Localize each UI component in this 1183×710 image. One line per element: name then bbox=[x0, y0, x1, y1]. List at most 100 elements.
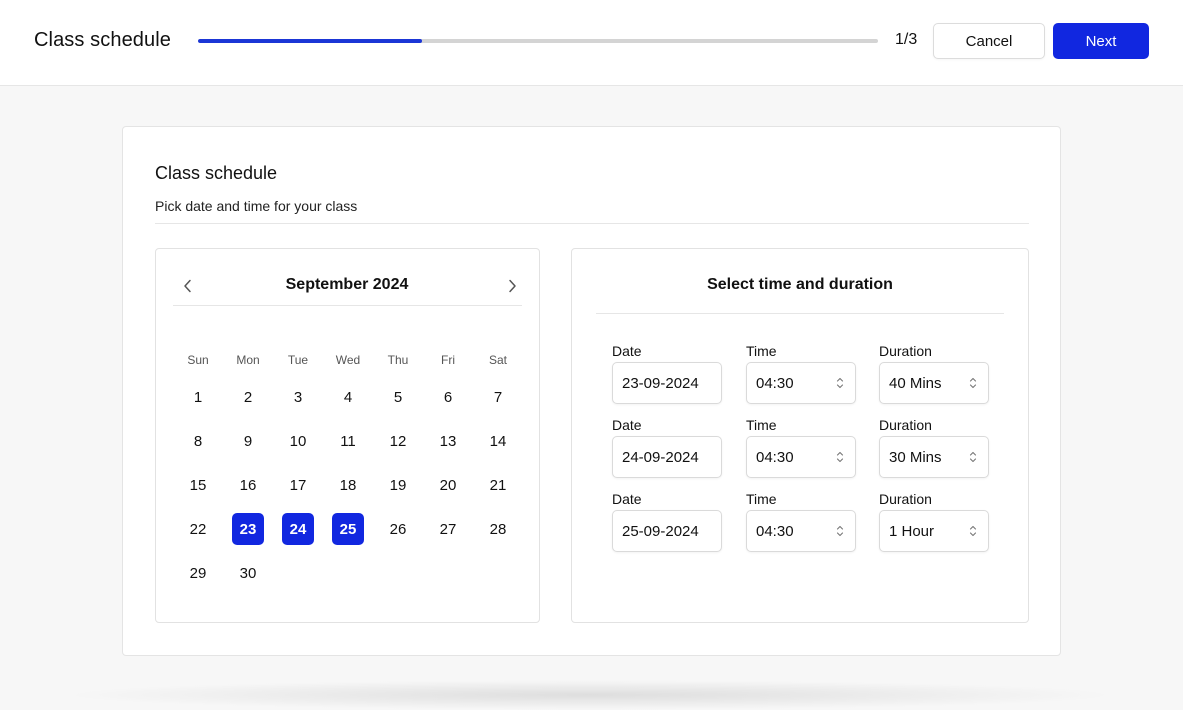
weekday-label: Fri bbox=[441, 353, 455, 367]
calendar-day[interactable]: 16 bbox=[223, 463, 273, 507]
date-label: Date bbox=[612, 343, 642, 359]
calendar-day[interactable]: 4 bbox=[323, 375, 373, 419]
calendar-week: 29 30 bbox=[173, 551, 523, 595]
up-down-chevron-icon bbox=[969, 377, 977, 389]
calendar-day-number: 10 bbox=[289, 432, 307, 450]
calendar-day[interactable]: 30 bbox=[223, 551, 273, 595]
calendar-day-number: 28 bbox=[489, 520, 507, 538]
calendar-day[interactable]: 7 bbox=[473, 375, 523, 419]
calendar-day-number: 19 bbox=[389, 476, 407, 494]
time-label: Time bbox=[746, 417, 777, 433]
calendar-day[interactable]: 14 bbox=[473, 419, 523, 463]
calendar-day-number: 17 bbox=[289, 476, 307, 494]
weekday-label: Sat bbox=[488, 353, 507, 367]
calendar-day-number bbox=[382, 557, 414, 589]
calendar-day[interactable]: 26 bbox=[373, 507, 423, 551]
date-label: Date bbox=[612, 491, 642, 507]
calendar-day-number bbox=[482, 557, 514, 589]
calendar-day-number: 6 bbox=[443, 388, 453, 406]
calendar-day[interactable]: 23 bbox=[223, 507, 273, 551]
calendar-day[interactable]: 10 bbox=[273, 419, 323, 463]
calendar-month-label: September 2024 bbox=[285, 276, 409, 293]
date-field[interactable]: 25-09-2024 bbox=[612, 510, 722, 552]
duration-select[interactable]: 30 Mins bbox=[879, 436, 989, 478]
step-counter: 1/3 bbox=[895, 31, 918, 48]
calendar-day[interactable]: 6 bbox=[423, 375, 473, 419]
calendar-day[interactable]: 1 bbox=[173, 375, 223, 419]
page-title: Class schedule bbox=[34, 29, 172, 51]
calendar-day[interactable]: 3 bbox=[273, 375, 323, 419]
calendar-day[interactable]: 19 bbox=[373, 463, 423, 507]
cancel-button[interactable]: Cancel bbox=[933, 23, 1045, 59]
calendar-day[interactable]: 17 bbox=[273, 463, 323, 507]
calendar-day-number: 16 bbox=[239, 476, 257, 494]
calendar-week: 15 16 17 18 19 20 21 bbox=[173, 463, 523, 507]
calendar-day[interactable]: 8 bbox=[173, 419, 223, 463]
calendar-day[interactable]: 13 bbox=[423, 419, 473, 463]
weekday-label: Thu bbox=[387, 353, 409, 367]
calendar-day[interactable]: 24 bbox=[273, 507, 323, 551]
weekday-label: Mon bbox=[236, 353, 260, 367]
date-field[interactable]: 24-09-2024 bbox=[612, 436, 722, 478]
duration-select[interactable]: 40 Mins bbox=[879, 362, 989, 404]
next-button[interactable]: Next bbox=[1053, 23, 1149, 59]
time-label: Time bbox=[746, 491, 777, 507]
chevron-right-icon[interactable] bbox=[502, 276, 522, 296]
calendar-week: 8 9 10 11 12 13 14 bbox=[173, 419, 523, 463]
duration-label: Duration bbox=[879, 491, 932, 507]
duration-select[interactable]: 1 Hour bbox=[879, 510, 989, 552]
time-select[interactable]: 04:30 bbox=[746, 362, 856, 404]
duration-label: Duration bbox=[879, 343, 932, 359]
calendar-day-number bbox=[432, 557, 464, 589]
calendar-day-number: 2 bbox=[243, 388, 253, 406]
time-select[interactable]: 04:30 bbox=[746, 436, 856, 478]
time-value: 04:30 bbox=[756, 522, 794, 540]
date-value: 24-09-2024 bbox=[622, 448, 699, 466]
calendar-day[interactable]: 2 bbox=[223, 375, 273, 419]
progress-bar-fill bbox=[198, 39, 423, 43]
calendar-day[interactable]: 20 bbox=[423, 463, 473, 507]
duration-label: Duration bbox=[879, 417, 932, 433]
bottom-shadow bbox=[60, 680, 1120, 710]
date-field[interactable]: 23-09-2024 bbox=[612, 362, 722, 404]
calendar-day-number: 12 bbox=[389, 432, 407, 450]
up-down-chevron-icon bbox=[969, 451, 977, 463]
calendar-day-number: 20 bbox=[439, 476, 457, 494]
divider bbox=[155, 223, 1029, 224]
calendar-day-number bbox=[332, 557, 364, 589]
calendar-day[interactable]: 12 bbox=[373, 419, 423, 463]
panel-title: Select time and duration bbox=[707, 276, 893, 293]
weekday-label: Sun bbox=[187, 353, 209, 367]
calendar: September 2024 Sun Mon Tue Wed Thu Fri S… bbox=[155, 248, 540, 623]
calendar-day[interactable]: 9 bbox=[223, 419, 273, 463]
calendar-day-number: 24 bbox=[282, 513, 314, 545]
time-label: Time bbox=[746, 343, 777, 359]
calendar-day[interactable]: 27 bbox=[423, 507, 473, 551]
calendar-week: 22 23 24 25 26 27 28 bbox=[173, 507, 523, 551]
progress-bar bbox=[198, 39, 878, 43]
duration-value: 40 Mins bbox=[889, 374, 942, 392]
calendar-day[interactable]: 18 bbox=[323, 463, 373, 507]
calendar-day[interactable]: 21 bbox=[473, 463, 523, 507]
divider bbox=[173, 305, 522, 306]
time-duration-panel: Select time and duration Date Time Durat… bbox=[571, 248, 1029, 623]
calendar-day[interactable]: 28 bbox=[473, 507, 523, 551]
weekday-label: Wed bbox=[335, 353, 361, 367]
calendar-day[interactable]: 29 bbox=[173, 551, 223, 595]
calendar-day[interactable]: 11 bbox=[323, 419, 373, 463]
calendar-day[interactable]: 25 bbox=[323, 507, 373, 551]
time-select[interactable]: 04:30 bbox=[746, 510, 856, 552]
calendar-week: 1 2 3 4 5 6 7 bbox=[173, 375, 523, 419]
time-value: 04:30 bbox=[756, 374, 794, 392]
calendar-day[interactable]: 15 bbox=[173, 463, 223, 507]
card-title: Class schedule bbox=[155, 163, 278, 183]
calendar-day-number: 5 bbox=[393, 388, 403, 406]
calendar-day-number: 7 bbox=[493, 388, 503, 406]
duration-value: 1 Hour bbox=[889, 522, 935, 540]
calendar-day-number: 25 bbox=[332, 513, 364, 545]
calendar-day[interactable]: 5 bbox=[373, 375, 423, 419]
calendar-day-number: 29 bbox=[189, 564, 207, 582]
up-down-chevron-icon bbox=[836, 451, 844, 463]
time-value: 04:30 bbox=[756, 448, 794, 466]
calendar-day[interactable]: 22 bbox=[173, 507, 223, 551]
